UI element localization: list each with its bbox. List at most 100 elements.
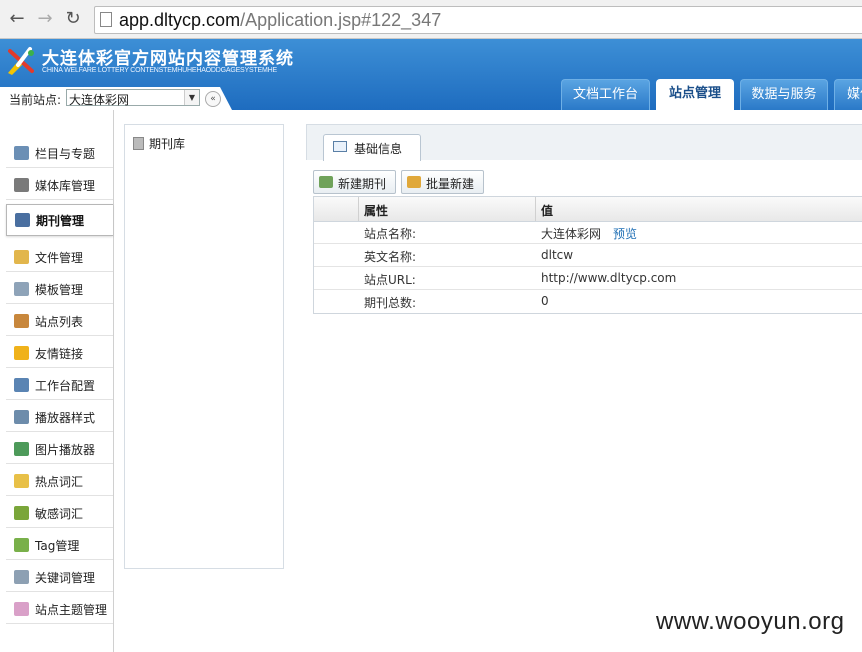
sidebar-item-label: 文件管理 (35, 251, 84, 265)
site-selector-bar: 当前站点: 大连体彩网 ▼ « (0, 87, 232, 110)
preview-link[interactable]: 预览 (613, 227, 637, 241)
journal-tree-panel: 期刊库 (124, 124, 284, 569)
sidebar-item-label: 期刊管理 (36, 214, 85, 228)
sidebar-item-label: 模板管理 (35, 283, 84, 297)
back-arrow-icon[interactable]: ← (6, 8, 28, 30)
row-attribute: 站点名称: (364, 227, 417, 241)
grid-header: 属性 值 (314, 197, 862, 222)
batch-new-icon (407, 176, 421, 188)
sidebar-item-workbench-config[interactable]: 工作台配置 (6, 370, 113, 400)
book-icon (133, 137, 144, 150)
tab-data-services[interactable]: 数据与服务 (740, 79, 828, 110)
sidebar-item-label: 站点列表 (35, 315, 84, 329)
app-subtitle: CHINA WELFARE LOTTERY CONTENSTEMHUHEHAOD… (42, 67, 277, 74)
sidebar-item-hot-words[interactable]: 热点词汇 (6, 466, 113, 496)
sidebar-item-label: 栏目与专题 (35, 147, 96, 161)
main-content: 基础信息 新建期刊 批量新建 属性 值 站点名称: 大连体彩网 预览 英文名称: … (306, 124, 862, 652)
sidebar-item-journals[interactable]: 期刊管理 (6, 204, 113, 236)
sensitive-icon (14, 506, 29, 520)
new-journal-icon (319, 176, 333, 188)
sidebar-item-sensitive-words[interactable]: 敏感词汇 (6, 498, 113, 528)
url-text: app.dltycp.com/Application.jsp#122_347 (119, 10, 442, 30)
row-value: 大连体彩网 预览 (541, 225, 637, 242)
reload-icon[interactable]: ↻ (62, 8, 84, 30)
batch-new-button[interactable]: 批量新建 (401, 170, 484, 194)
sidebar-item-player-style[interactable]: 播放器样式 (6, 402, 113, 432)
hotword-icon (14, 474, 29, 488)
sidebar-item-label: 媒体库管理 (35, 179, 96, 193)
row-value: http://www.dltycp.com (541, 271, 677, 285)
tag-icon (14, 602, 29, 616)
sidebar-item-site-theme[interactable]: 站点主题管理 (6, 594, 113, 624)
table-row: 站点URL: http://www.dltycp.com (314, 267, 862, 290)
current-site-label: 当前站点: (9, 93, 62, 107)
sidebar-item-tag-management[interactable]: Tag管理 (6, 530, 113, 560)
table-row: 英文名称: dltcw (314, 244, 862, 267)
content-tab-strip: 基础信息 (306, 124, 862, 161)
site-select-value: 大连体彩网 (69, 93, 130, 107)
sidebar-item-label: 敏感词汇 (35, 507, 84, 521)
folder-icon (14, 250, 29, 264)
player-icon (14, 410, 29, 424)
forward-arrow-icon[interactable]: → (34, 8, 56, 30)
info-card-icon (333, 141, 347, 152)
house-icon (14, 314, 29, 328)
image-player-icon (14, 442, 29, 456)
sidebar-item-label: Tag管理 (35, 539, 80, 553)
column-divider (358, 197, 359, 221)
collapse-sidebar-button[interactable]: « (205, 91, 221, 107)
site-select[interactable]: 大连体彩网 ▼ (66, 89, 200, 107)
sidebar-item-label: 关键词管理 (35, 571, 96, 585)
template-icon (14, 282, 29, 296)
sidebar-item-columns[interactable]: 栏目与专题 (6, 138, 113, 168)
chevron-down-icon[interactable]: ▼ (184, 90, 199, 105)
speaker-icon (14, 178, 29, 192)
sidebar-item-keyword-management[interactable]: 关键词管理 (6, 562, 113, 592)
watermark: www.wooyun.org (656, 608, 845, 635)
sidebar-item-label: 图片播放器 (35, 443, 96, 457)
tab-basic-info[interactable]: 基础信息 (323, 134, 421, 161)
sidebar-item-label: 工作台配置 (35, 379, 96, 393)
tab-basic-info-label: 基础信息 (354, 142, 403, 156)
sidebar-item-label: 播放器样式 (35, 411, 96, 425)
workbench-icon (14, 378, 29, 392)
table-row: 期刊总数: 0 (314, 290, 862, 313)
app-header: 大连体彩官方网站内容管理系统 CHINA WELFARE LOTTERY CON… (0, 39, 862, 110)
tab-document-workbench[interactable]: 文档工作台 (561, 79, 650, 110)
address-bar[interactable]: app.dltycp.com/Application.jsp#122_347 (94, 6, 862, 34)
table-row: 站点名称: 大连体彩网 预览 (314, 221, 862, 244)
keyword-icon (14, 570, 29, 584)
sidebar-item-label: 站点主题管理 (35, 603, 108, 617)
sidebar-item-label: 友情链接 (35, 347, 84, 361)
puzzle-icon (14, 538, 29, 552)
row-value: 0 (541, 294, 549, 308)
sidebar-item-image-player[interactable]: 图片播放器 (6, 434, 113, 464)
row-value: dltcw (541, 248, 574, 262)
sidebar-item-label: 热点词汇 (35, 475, 84, 489)
sidebar-item-friend-links[interactable]: 友情链接 (6, 338, 113, 368)
tab-site-management[interactable]: 站点管理 (656, 79, 734, 110)
row-attribute: 站点URL: (364, 273, 416, 287)
tab-media[interactable]: 媒体 (834, 79, 862, 110)
tree-node-label: 期刊库 (149, 137, 186, 151)
monitor-icon (14, 146, 29, 160)
sidebar-item-templates[interactable]: 模板管理 (6, 274, 113, 304)
lottery-logo-icon (8, 47, 34, 75)
sidebar-item-media-library[interactable]: 媒体库管理 (6, 170, 113, 200)
site-name-value: 大连体彩网 (541, 227, 602, 241)
site-info-grid: 属性 值 站点名称: 大连体彩网 预览 英文名称: dltcw 站点URL: ht… (313, 196, 862, 314)
row-attribute: 英文名称: (364, 250, 417, 264)
new-journal-label: 新建期刊 (338, 177, 387, 191)
new-journal-button[interactable]: 新建期刊 (313, 170, 396, 194)
sidebar-item-site-list[interactable]: 站点列表 (6, 306, 113, 336)
lightning-icon (14, 346, 29, 360)
header-attribute[interactable]: 属性 (364, 202, 388, 219)
app-title: 大连体彩官方网站内容管理系统 (42, 49, 294, 69)
journal-icon (15, 213, 30, 227)
page-icon (100, 12, 112, 27)
sidebar-item-files[interactable]: 文件管理 (6, 242, 113, 272)
browser-toolbar: ← → ↻ app.dltycp.com/Application.jsp#122… (0, 0, 862, 39)
column-divider (535, 197, 536, 221)
header-value[interactable]: 值 (541, 202, 553, 219)
sidebar: 栏目与专题 媒体库管理 期刊管理 文件管理 模板管理 站点列表 友情链接 工作台… (0, 110, 114, 652)
